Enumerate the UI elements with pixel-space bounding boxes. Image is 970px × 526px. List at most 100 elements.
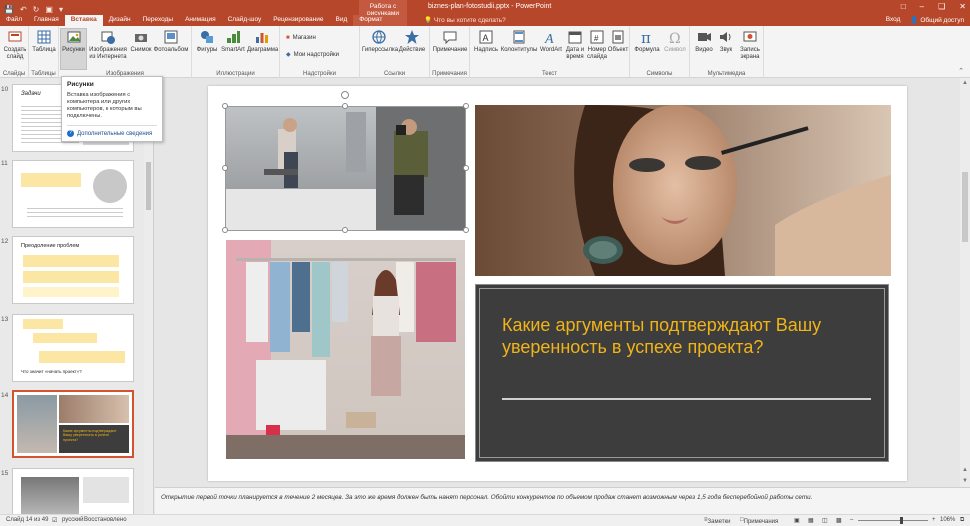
resize-handle[interactable] — [463, 103, 469, 109]
question-box[interactable]: Какие аргументы подтверждают Вашу уверен… — [475, 284, 889, 462]
omega-icon: Ω — [669, 31, 681, 45]
pictures-button[interactable]: Рисунки — [60, 28, 87, 70]
speaker-notes[interactable]: Открытие первой точки планируется в тече… — [155, 487, 970, 514]
resize-handle[interactable] — [222, 103, 228, 109]
restore-icon[interactable]: ❑ — [938, 2, 945, 11]
thumb-text-lines — [27, 205, 123, 217]
tab-format[interactable]: Формат — [353, 15, 389, 26]
normal-view-icon[interactable]: ▣ — [794, 517, 800, 524]
slide-number-button[interactable]: # Номер слайда — [586, 29, 608, 60]
tab-slideshow[interactable]: Слайд-шоу — [222, 15, 268, 26]
store-button[interactable]: ■ Магазин — [286, 35, 316, 41]
online-pictures-button[interactable]: Изображения из Интернета — [87, 29, 129, 60]
table-button[interactable]: Таблица — [31, 29, 57, 54]
wordart-button[interactable]: A WordArt — [538, 29, 564, 54]
hyperlink-button[interactable]: Гиперссылка — [362, 29, 398, 54]
fit-slide-icon[interactable]: ⧉ — [960, 517, 964, 524]
ribbon-display-options-icon[interactable]: □ — [901, 2, 906, 11]
shapes-button[interactable]: Фигуры — [195, 29, 219, 54]
resize-handle[interactable] — [222, 165, 228, 171]
start-presentation-icon[interactable]: ▣ — [45, 5, 53, 14]
thumbnail-slide-15[interactable] — [12, 468, 134, 514]
video-button[interactable]: Видео — [693, 29, 715, 54]
notes-toggle[interactable]: ≡ Заметки — [704, 517, 730, 525]
date-time-button[interactable]: Дата и время — [564, 29, 586, 60]
group-addins: ■ Магазин ◆ Мои надстройки Надстройки — [280, 26, 360, 78]
save-icon[interactable]: 💾 — [4, 5, 14, 14]
object-button[interactable]: Объект — [607, 29, 629, 54]
tab-animations[interactable]: Анимация — [179, 15, 222, 26]
new-slide-button[interactable]: Создать слайд — [2, 29, 28, 60]
thumbnail-slide-12[interactable]: Преодоление проблем — [12, 236, 134, 304]
tab-insert[interactable]: Вставка — [64, 15, 103, 26]
photo-makeup[interactable] — [475, 105, 891, 276]
tab-view[interactable]: Вид — [330, 15, 354, 26]
editor-scroll-thumb[interactable] — [962, 172, 968, 242]
zoom-slider-knob[interactable] — [900, 517, 903, 524]
notes-text[interactable]: Открытие первой точки планируется в тече… — [161, 494, 812, 501]
my-addins-button[interactable]: ◆ Мои надстройки — [286, 51, 339, 59]
resize-handle[interactable] — [342, 227, 348, 233]
minimize-icon[interactable]: – — [920, 2, 924, 11]
rotate-handle[interactable] — [341, 91, 349, 99]
resize-handle[interactable] — [342, 103, 348, 109]
tooltip-learn-more-link[interactable]: ? Дополнительные сведения — [67, 130, 152, 137]
thumbnails-scrollbar[interactable] — [144, 78, 153, 514]
sign-in-link[interactable]: Вход — [886, 16, 901, 24]
thumbnail-slide-11[interactable] — [12, 160, 134, 228]
photo-photographer[interactable] — [226, 107, 465, 230]
chart-button[interactable]: Диаграмма — [247, 29, 278, 54]
customize-qat-icon[interactable]: ▾ — [59, 5, 63, 14]
close-icon[interactable]: ✕ — [959, 2, 966, 11]
share-button[interactable]: 👤 Общий доступ — [910, 16, 964, 24]
tab-design[interactable]: Дизайн — [103, 15, 137, 26]
spellcheck-icon[interactable]: ☑ — [52, 517, 57, 524]
smartart-button[interactable]: SmartArt — [221, 29, 245, 54]
tell-me-search[interactable]: 💡 Что вы хотите сделать? — [424, 16, 506, 24]
thumbnail-slide-14[interactable]: Какие аргументы подтверждают Вашу уверен… — [12, 390, 134, 458]
slide-question-text[interactable]: Какие аргументы подтверждают Вашу уверен… — [502, 314, 842, 358]
collapse-ribbon-icon[interactable]: ⌃ — [958, 67, 964, 75]
language-indicator[interactable]: русский — [62, 517, 84, 523]
next-slide-icon[interactable]: ▼ — [962, 478, 968, 484]
photo-stylist[interactable] — [226, 240, 465, 459]
audio-button[interactable]: Звук — [715, 29, 737, 54]
redo-icon[interactable]: ↻ — [33, 5, 40, 14]
zoom-level[interactable]: 106% — [940, 517, 955, 523]
resize-handle[interactable] — [463, 227, 469, 233]
slide-sorter-icon[interactable]: ▦ — [808, 517, 814, 524]
tab-review[interactable]: Рецензирование — [267, 15, 329, 26]
screen-recording-label: Запись экрана — [740, 47, 760, 60]
equation-button[interactable]: π Формула — [634, 29, 660, 54]
resize-handle[interactable] — [222, 227, 228, 233]
symbol-button[interactable]: Ω Символ — [662, 29, 688, 54]
thumb-shape — [33, 333, 97, 343]
comment-button[interactable]: Примечание — [432, 29, 468, 54]
zoom-out-icon[interactable]: – — [850, 517, 853, 523]
tab-home[interactable]: Главная — [28, 15, 65, 26]
tab-transitions[interactable]: Переходы — [137, 15, 180, 26]
current-slide[interactable]: Какие аргументы подтверждают Вашу уверен… — [208, 86, 907, 481]
undo-icon[interactable]: ↶ — [20, 5, 27, 14]
resize-handle[interactable] — [463, 165, 469, 171]
prev-slide-icon[interactable]: ▲ — [962, 467, 968, 473]
thumbnail-slide-13[interactable]: Что значит «начать проект»? — [12, 314, 134, 382]
reading-view-icon[interactable]: ◫ — [822, 517, 828, 524]
header-footer-button[interactable]: Колонтитулы — [500, 29, 538, 54]
thumb-heading: Преодоление проблем — [21, 243, 80, 249]
thumbnails-scroll-thumb[interactable] — [146, 162, 151, 210]
tab-file[interactable]: Файл — [0, 15, 28, 26]
screen-recording-button[interactable]: Запись экрана — [737, 29, 763, 60]
zoom-in-icon[interactable]: + — [932, 517, 936, 523]
editor-scrollbar[interactable]: ▲ ▲ ▼ — [960, 78, 970, 487]
slideshow-icon[interactable]: ▩ — [836, 517, 842, 524]
action-button[interactable]: Действие — [398, 29, 426, 54]
textbox-button[interactable]: A Надпись — [472, 29, 500, 54]
scroll-up-icon[interactable]: ▲ — [962, 80, 968, 86]
comments-toggle[interactable]: □ Примечания — [740, 517, 778, 525]
photo-album-button[interactable]: Фотоальбом — [153, 29, 189, 54]
zoom-slider[interactable] — [858, 517, 928, 524]
group-addins-label: Надстройки — [303, 71, 336, 77]
store-label: Магазин — [292, 35, 316, 41]
screenshot-button[interactable]: Снимок — [129, 29, 153, 54]
